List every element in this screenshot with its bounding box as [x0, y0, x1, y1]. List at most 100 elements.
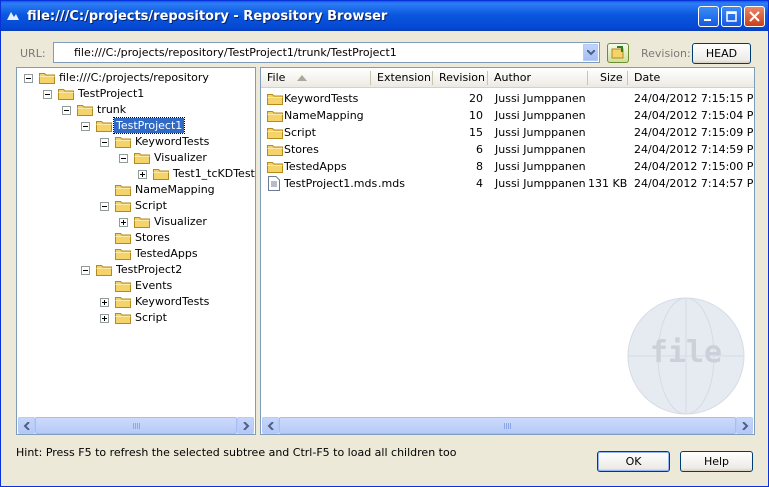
folder-icon [115, 281, 131, 292]
collapse-icon[interactable] [62, 106, 71, 115]
folder-icon [267, 94, 283, 105]
collapse-icon[interactable] [43, 90, 52, 99]
cell-revision: 10 [469, 109, 483, 122]
collapse-icon[interactable] [119, 154, 128, 163]
minimize-button[interactable] [698, 6, 719, 27]
collapse-icon[interactable] [81, 266, 90, 275]
cell-author: Jussi Jumppanen [495, 160, 586, 173]
file-row[interactable]: Script 15 Jussi Jumppanen 24/04/2012 7:15:0… [261, 124, 754, 141]
cell-author: Jussi Jumppanen [495, 177, 586, 190]
tree-node-label[interactable]: TestedApps [133, 246, 200, 261]
cell-revision: 4 [476, 177, 483, 190]
tree-node-label[interactable]: NameMapping [133, 182, 217, 197]
ok-button[interactable]: OK [597, 451, 670, 472]
column-header-revision[interactable]: Revision [433, 68, 488, 88]
maximize-icon [726, 11, 737, 22]
column-header-file[interactable]: File [261, 68, 371, 88]
expand-icon[interactable] [138, 170, 147, 179]
maximize-button[interactable] [721, 6, 742, 27]
folder-icon [115, 297, 131, 308]
list-horizontal-scrollbar[interactable] [262, 417, 753, 434]
cell-date: 24/04/2012 7:15:00 PM [634, 160, 755, 173]
scroll-right-button[interactable] [237, 417, 254, 434]
folder-icon [96, 265, 112, 276]
tree-node-label[interactable]: file:///C:/projects/repository [57, 70, 211, 85]
folder-icon [267, 111, 283, 122]
folder-icon [134, 153, 150, 164]
column-header-author[interactable]: Author [488, 68, 588, 88]
cell-date: 24/04/2012 7:15:15 PM [634, 92, 755, 105]
cell-extension: .mds [378, 177, 405, 190]
file-row[interactable]: KeywordTests 20 Jussi Jumppanen 24/04/2012 … [261, 90, 754, 107]
cell-date: 24/04/2012 7:15:04 PM [634, 109, 755, 122]
folder-icon [115, 313, 131, 324]
arrow-right-icon [243, 422, 250, 430]
arrow-left-icon [23, 422, 30, 430]
scroll-left-button[interactable] [262, 417, 279, 434]
tree-node-label[interactable]: Visualizer [152, 214, 209, 229]
cell-file: TestProject1.mds [284, 177, 378, 190]
tree-node-label[interactable]: TestProject2 [114, 262, 184, 277]
window-title: file:///C:/projects/repository - Reposit… [27, 9, 388, 24]
scroll-right-button[interactable] [736, 417, 753, 434]
file-row[interactable]: TestedApps 8 Jussi Jumppanen 24/04/2012 7:1… [261, 158, 754, 175]
cell-file: KeywordTests [284, 92, 359, 105]
close-icon [749, 11, 760, 22]
navigate-button[interactable] [607, 43, 629, 63]
close-button[interactable] [744, 6, 765, 27]
tree-scroll-thumb[interactable] [35, 417, 237, 434]
tree-node-label[interactable]: Visualizer [152, 150, 209, 165]
tree-node-label[interactable]: KeywordTests [133, 294, 211, 309]
scroll-left-button[interactable] [18, 417, 35, 434]
title-bar[interactable]: file:///C:/projects/repository - Reposit… [1, 1, 768, 31]
cell-revision: 20 [469, 92, 483, 105]
tree-node-label[interactable]: KeywordTests [133, 134, 211, 149]
tree-node-label[interactable]: Script [133, 198, 169, 213]
collapse-icon[interactable] [81, 122, 90, 131]
cell-file: Stores [284, 143, 319, 156]
url-combobox[interactable]: file:///C:/projects/repository/TestProje… [53, 42, 600, 63]
cell-author: Jussi Jumppanen [495, 126, 586, 139]
column-header-extension[interactable]: Extension [371, 68, 433, 88]
folder-icon [96, 121, 112, 132]
url-label: URL: [20, 47, 46, 60]
tree-node-label[interactable]: Script [133, 310, 169, 325]
file-row[interactable]: NameMapping 10 Jussi Jumppanen 24/04/2012 7… [261, 107, 754, 124]
tree-horizontal-scrollbar[interactable] [18, 417, 254, 434]
app-icon [6, 9, 20, 23]
column-header-size[interactable]: Size [588, 68, 628, 88]
minimize-icon [704, 19, 711, 21]
tree-node-label[interactable]: TestProject1 [76, 86, 146, 101]
column-header-date[interactable]: Date [628, 68, 754, 88]
cell-revision: 8 [476, 160, 483, 173]
repository-tree[interactable]: file:///C:/projects/repository TestProjec… [16, 67, 256, 435]
cell-revision: 15 [469, 126, 483, 139]
cell-file: NameMapping [284, 109, 364, 122]
url-dropdown-button[interactable] [583, 44, 598, 61]
expand-icon[interactable] [100, 314, 109, 323]
url-input[interactable]: file:///C:/projects/repository/TestProje… [74, 46, 397, 59]
expand-icon[interactable] [100, 298, 109, 307]
expand-icon[interactable] [119, 218, 128, 227]
collapse-icon[interactable] [100, 202, 109, 211]
folder-icon [115, 201, 131, 212]
folder-icon [115, 137, 131, 148]
tree-node-label[interactable]: Test1_tcKDTest [171, 166, 255, 181]
list-scroll-thumb[interactable] [279, 417, 736, 434]
folder-icon [115, 249, 131, 260]
folder-icon [267, 128, 283, 139]
file-row[interactable]: Stores 6 Jussi Jumppanen 24/04/2012 7:14:59… [261, 141, 754, 158]
revision-button[interactable]: HEAD [692, 43, 751, 64]
help-button[interactable]: Help [680, 451, 753, 472]
file-row[interactable]: TestProject1.mds .mds 4 Jussi Jumppanen 131 … [261, 175, 754, 192]
cell-revision: 6 [476, 143, 483, 156]
tree-node-label[interactable]: TestProject1 [112, 117, 186, 134]
tree-node-label[interactable]: trunk [95, 102, 128, 117]
tree-node-label[interactable]: Events [133, 278, 174, 293]
collapse-icon[interactable] [24, 74, 33, 83]
tree-node-label[interactable]: Stores [133, 230, 172, 245]
cell-author: Jussi Jumppanen [495, 143, 586, 156]
cell-size: 131 KB [588, 177, 628, 190]
collapse-icon[interactable] [100, 138, 109, 147]
file-list[interactable]: File Extension Revision Author Size Date… [260, 67, 755, 435]
